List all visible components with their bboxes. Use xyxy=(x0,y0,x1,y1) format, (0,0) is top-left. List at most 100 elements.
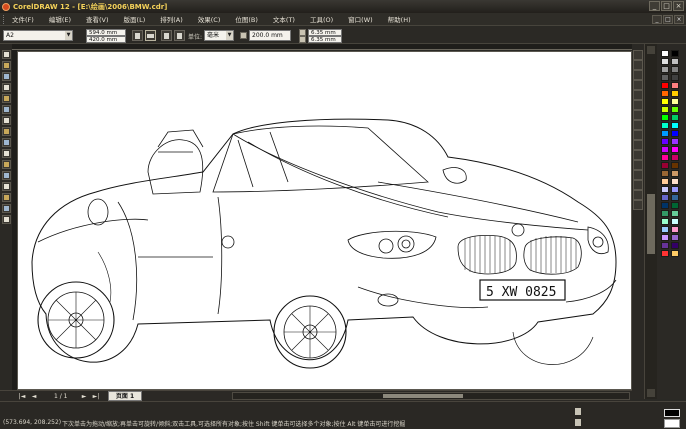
docker-button-9[interactable] xyxy=(633,130,643,140)
color-swatch[interactable] xyxy=(671,74,679,81)
color-swatch[interactable] xyxy=(671,114,679,121)
color-swatch[interactable] xyxy=(661,138,669,145)
color-swatch[interactable] xyxy=(661,250,669,257)
color-swatch[interactable] xyxy=(661,194,669,201)
color-swatch[interactable] xyxy=(661,146,669,153)
docker-button-11[interactable] xyxy=(633,150,643,160)
scroll-up-icon[interactable] xyxy=(647,46,655,54)
page-tab-1[interactable]: 页面 1 xyxy=(108,391,142,401)
duplicate-y-field[interactable]: 6.35 mm xyxy=(308,36,342,43)
interactive-blend-tool[interactable] xyxy=(2,171,11,180)
color-swatch[interactable] xyxy=(661,66,669,73)
color-swatch[interactable] xyxy=(671,202,679,209)
all-pages-button[interactable] xyxy=(161,30,172,41)
shape-tool[interactable] xyxy=(2,61,11,70)
docker-button-2[interactable] xyxy=(633,60,643,70)
color-swatch[interactable] xyxy=(661,162,669,169)
docker-button-6[interactable] xyxy=(633,100,643,110)
paper-size-select[interactable]: A2 ▼ xyxy=(3,30,73,41)
maximize-button[interactable]: □ xyxy=(661,1,672,11)
outline-tool[interactable] xyxy=(2,193,11,202)
menu-text[interactable]: 文本(T) xyxy=(273,14,295,24)
menu-grip-icon[interactable] xyxy=(3,14,6,24)
color-swatch[interactable] xyxy=(661,58,669,65)
color-swatch[interactable] xyxy=(671,106,679,113)
color-swatch[interactable] xyxy=(661,170,669,177)
color-swatch[interactable] xyxy=(671,194,679,201)
color-swatch[interactable] xyxy=(671,218,679,225)
color-swatch[interactable] xyxy=(661,74,669,81)
docker-button-1[interactable] xyxy=(633,50,643,60)
outline-color-indicator[interactable] xyxy=(664,419,680,428)
menu-tools[interactable]: 工具(O) xyxy=(310,14,333,24)
color-swatch[interactable] xyxy=(661,202,669,209)
polygon-tool[interactable] xyxy=(2,138,11,147)
docker-button-15[interactable] xyxy=(633,190,643,200)
close-button[interactable]: × xyxy=(673,1,684,11)
color-swatch[interactable] xyxy=(661,242,669,249)
basic-shapes-tool[interactable] xyxy=(2,149,11,158)
current-page-button[interactable] xyxy=(174,30,185,41)
docker-button-16[interactable] xyxy=(633,200,643,210)
page-height-field[interactable]: 420.0 mm xyxy=(86,36,126,43)
color-swatch[interactable] xyxy=(661,186,669,193)
rectangle-tool[interactable] xyxy=(2,116,11,125)
docker-button-5[interactable] xyxy=(633,90,643,100)
menu-view[interactable]: 查看(V) xyxy=(86,14,109,24)
menu-bitmaps[interactable]: 位图(B) xyxy=(235,14,258,24)
duplicate-x-field[interactable]: 6.35 mm xyxy=(308,29,342,36)
color-swatch[interactable] xyxy=(671,98,679,105)
zoom-tool[interactable] xyxy=(2,83,11,92)
scroll-thumb[interactable] xyxy=(647,194,655,254)
color-swatch[interactable] xyxy=(661,122,669,129)
color-swatch[interactable] xyxy=(661,114,669,121)
smart-fill-tool[interactable] xyxy=(2,105,11,114)
color-swatch[interactable] xyxy=(671,210,679,217)
color-swatch[interactable] xyxy=(671,58,679,65)
color-swatch[interactable] xyxy=(671,50,679,57)
horizontal-ruler[interactable] xyxy=(12,44,632,50)
scroll-down-icon[interactable] xyxy=(647,389,655,397)
page-width-field[interactable]: 594.0 mm xyxy=(86,29,126,36)
color-swatch[interactable] xyxy=(671,66,679,73)
docker-button-12[interactable] xyxy=(633,160,643,170)
docker-button-3[interactable] xyxy=(633,70,643,80)
menu-layout[interactable]: 版面(L) xyxy=(124,14,146,24)
color-swatch[interactable] xyxy=(671,162,679,169)
doc-minimize-button[interactable]: _ xyxy=(652,15,662,24)
menu-arrange[interactable]: 排列(A) xyxy=(160,14,183,24)
ellipse-tool[interactable] xyxy=(2,127,11,136)
nudge-distance-field[interactable]: 200.0 mm xyxy=(249,30,291,41)
color-swatch[interactable] xyxy=(671,242,679,249)
eyedropper-tool[interactable] xyxy=(2,182,11,191)
text-tool[interactable] xyxy=(2,160,11,169)
doc-restore-button[interactable]: □ xyxy=(663,15,673,24)
color-swatch[interactable] xyxy=(671,154,679,161)
color-swatch[interactable] xyxy=(661,218,669,225)
menu-file[interactable]: 文件(F) xyxy=(12,14,34,24)
color-swatch[interactable] xyxy=(671,146,679,153)
next-page-button[interactable]: ► xyxy=(80,393,88,400)
pick-tool[interactable] xyxy=(2,50,11,59)
horizontal-scroll-thumb[interactable] xyxy=(383,394,463,398)
docker-button-8[interactable] xyxy=(633,120,643,130)
portrait-button[interactable] xyxy=(132,30,143,41)
horizontal-scrollbar[interactable] xyxy=(232,392,630,400)
vertical-scrollbar[interactable] xyxy=(644,44,657,399)
color-swatch[interactable] xyxy=(661,226,669,233)
last-page-button[interactable]: ►| xyxy=(92,393,100,400)
color-swatch[interactable] xyxy=(671,122,679,129)
color-swatch[interactable] xyxy=(661,130,669,137)
color-swatch[interactable] xyxy=(671,178,679,185)
drawing-canvas[interactable]: 5 XW 0825 xyxy=(17,51,632,390)
color-swatch[interactable] xyxy=(671,90,679,97)
first-page-button[interactable]: |◄ xyxy=(18,393,26,400)
color-swatch[interactable] xyxy=(661,234,669,241)
color-swatch[interactable] xyxy=(661,154,669,161)
color-swatch[interactable] xyxy=(661,98,669,105)
color-swatch[interactable] xyxy=(671,130,679,137)
color-swatch[interactable] xyxy=(661,106,669,113)
landscape-button[interactable] xyxy=(145,30,156,41)
menu-help[interactable]: 帮助(H) xyxy=(388,14,411,24)
units-select[interactable]: 毫米 ▼ xyxy=(204,30,234,41)
